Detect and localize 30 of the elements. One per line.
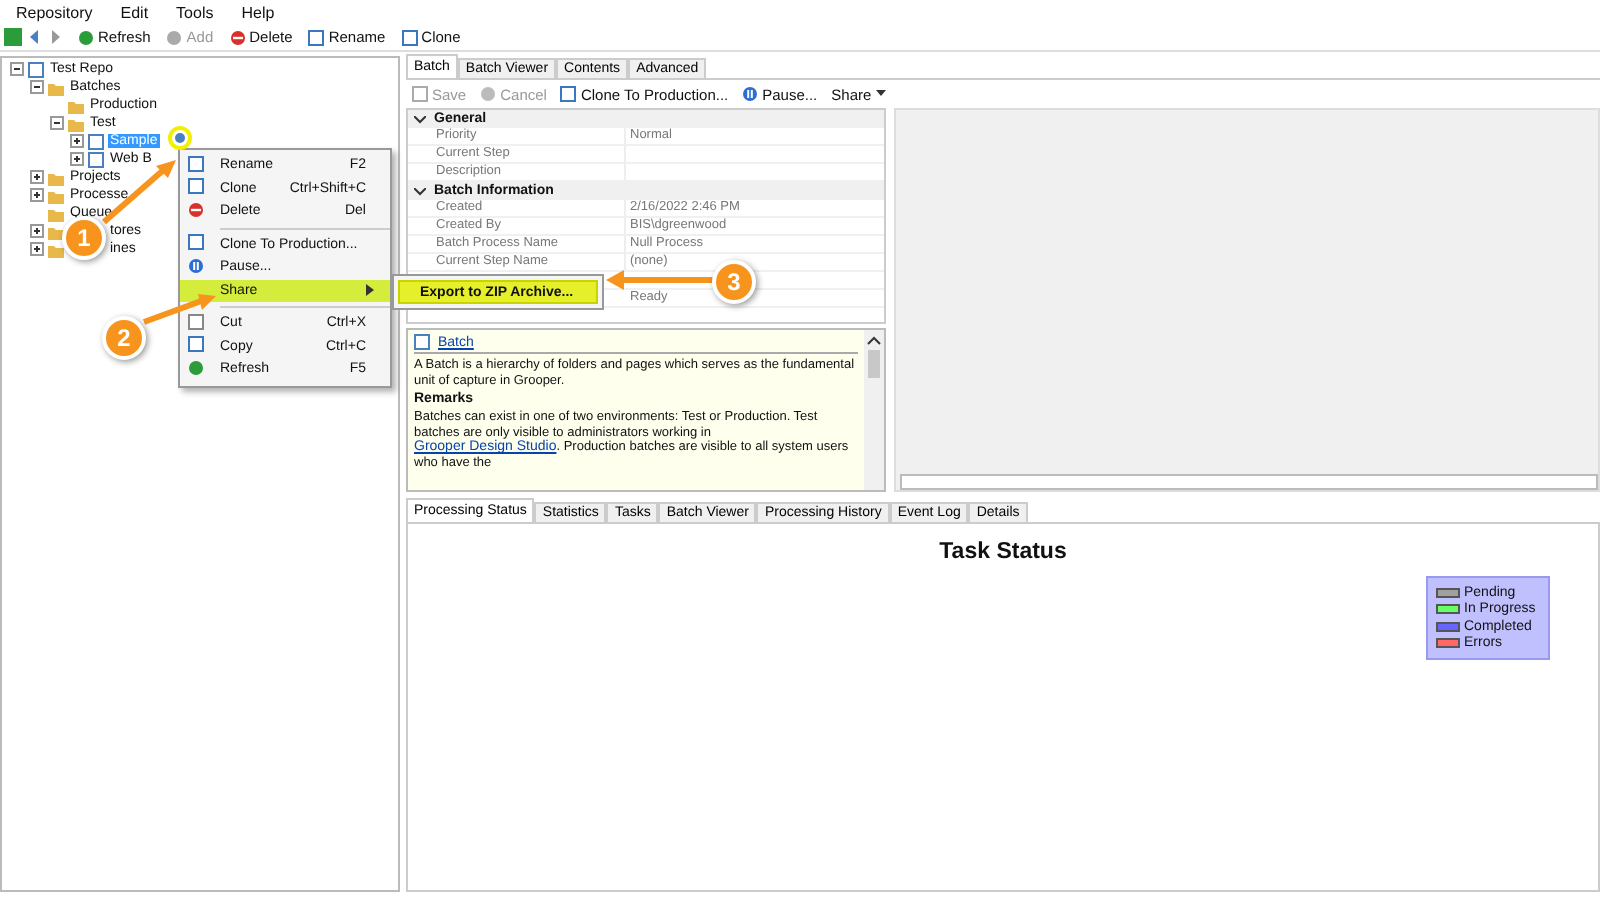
expander-icon[interactable] [30,242,44,256]
callout-number: 1 [62,216,106,260]
scrollbar[interactable] [864,330,884,490]
expander-icon[interactable] [30,170,44,184]
navigation-icon[interactable] [4,28,64,46]
expander-icon[interactable] [30,224,44,238]
expander-icon[interactable] [30,80,44,94]
scroll-up-icon[interactable] [866,334,882,346]
delete-icon [229,29,246,45]
delete-icon [188,201,204,218]
expander-icon[interactable] [70,134,84,148]
callout-arrow [142,294,216,325]
chevron-icon[interactable] [414,187,426,195]
input-field[interactable] [900,474,1598,490]
highlight-ring-icon [168,126,192,150]
expander-icon[interactable] [50,116,64,130]
expander-icon[interactable] [30,188,44,202]
scroll-thumb[interactable] [868,350,880,378]
callout-arrow [606,270,714,290]
menu-item[interactable]: Edit [120,3,149,21]
menu-item[interactable]: Tools [176,3,214,21]
callout-number: 2 [102,316,146,360]
menu-item[interactable]: Repository [16,3,93,21]
chevron-icon[interactable] [414,115,426,123]
chart-title: Task Status [939,540,1067,564]
expander-icon[interactable] [70,152,84,166]
pause-icon [742,86,759,102]
pause-icon [188,257,204,274]
expander-icon[interactable] [10,62,24,76]
menu-item[interactable]: Help [241,3,275,21]
